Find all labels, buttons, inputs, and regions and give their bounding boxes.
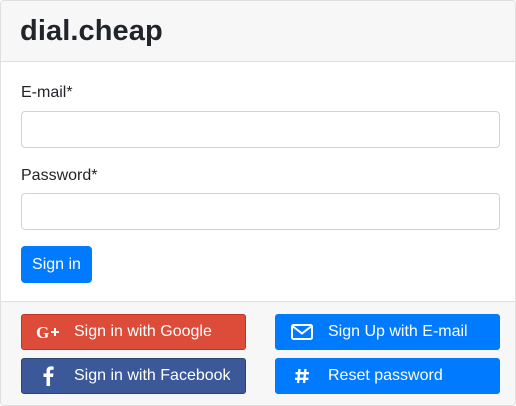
login-card: dial.cheap E-mail* Password* Sign in G S…	[0, 0, 516, 406]
svg-text:G: G	[36, 324, 49, 340]
envelope-icon	[276, 314, 328, 350]
sign-in-facebook-button[interactable]: Sign in with Facebook	[21, 358, 246, 394]
facebook-icon	[22, 358, 74, 394]
facebook-label: Sign in with Facebook	[74, 367, 231, 384]
sign-up-email-button[interactable]: Sign Up with E-mail	[275, 314, 500, 350]
email-label: E-mail*	[21, 84, 73, 101]
brand-title: dial.cheap	[20, 15, 163, 47]
email-field[interactable]	[21, 111, 500, 148]
google-label: Sign in with Google	[74, 323, 212, 340]
email-signup-label: Sign Up with E-mail	[328, 323, 468, 340]
sign-in-button[interactable]: Sign in	[21, 246, 92, 283]
hashtag-icon	[276, 358, 328, 394]
google-plus-icon: G	[22, 314, 74, 350]
reset-label: Reset password	[328, 367, 443, 384]
password-field[interactable]	[21, 193, 500, 230]
reset-password-button[interactable]: Reset password	[275, 358, 500, 394]
sign-in-google-button[interactable]: G Sign in with Google	[21, 314, 246, 350]
card-header: dial.cheap	[1, 1, 515, 62]
password-label: Password*	[21, 167, 98, 184]
